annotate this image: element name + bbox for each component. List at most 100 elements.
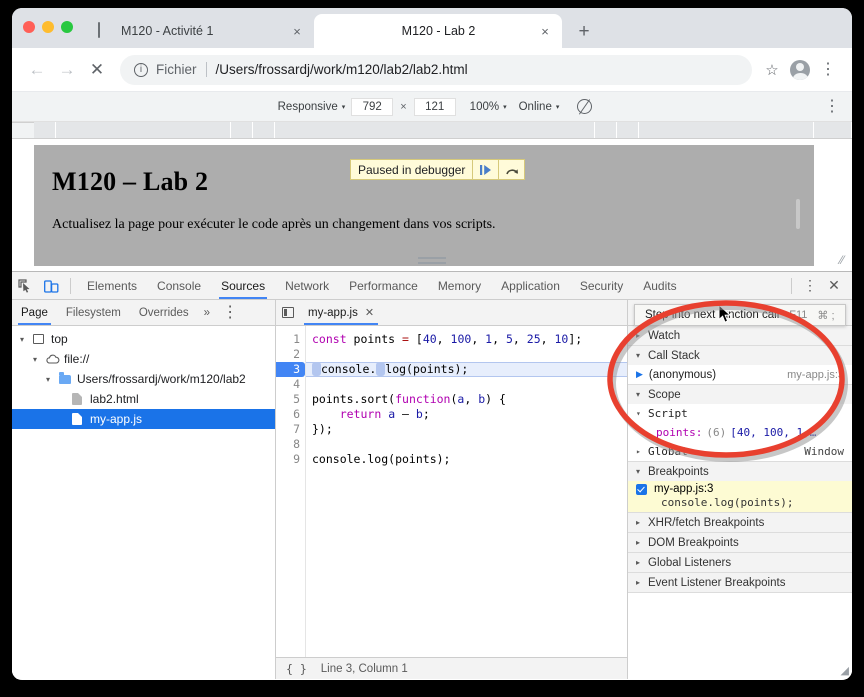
chevron-right-icon: ▸ [636,578,641,587]
navigator-menu-icon[interactable]: ⋮ [216,305,244,320]
twisty-icon[interactable]: ▾ [20,335,33,344]
tab-application[interactable]: Application [491,272,570,299]
navigator-subtab-filesystem[interactable]: Filesystem [57,300,130,325]
dom-breakpoints-header[interactable]: ▸ DOM Breakpoints [628,533,852,552]
scope-script-node[interactable]: ▾ Script [628,404,852,423]
tree-item-file-origin[interactable]: ▾ file:// [12,349,275,369]
tab-network[interactable]: Network [275,272,339,299]
throttle-icon[interactable] [577,99,593,114]
step-over-icon[interactable] [498,160,524,179]
scope-variable-points[interactable]: ▸ points: (6) [40, 100, 1,… [628,423,852,442]
profile-avatar[interactable] [786,56,814,84]
line-number-gutter[interactable]: 1 2 3 4 5 6 7 8 9 [276,326,306,657]
inspect-element-icon[interactable] [12,273,38,299]
viewport-resize-handle[interactable] [418,257,446,267]
device-viewport: M120 – Lab 2 Actualisez la page pour exé… [12,139,852,271]
code-line-6: return a – b; [339,407,430,421]
browser-menu-icon[interactable]: ⋮ [814,56,842,84]
devtools-tabbar-right: ⋮ ✕ [785,277,852,294]
window-controls [23,21,73,33]
close-tab-button[interactable]: × [536,22,554,40]
viewport-height-input[interactable]: 121 [413,97,456,116]
close-tab-button[interactable]: × [288,22,306,40]
back-icon[interactable]: ← [22,55,52,85]
new-tab-button[interactable]: + [570,17,598,45]
tree-item-my-app-js[interactable]: my-app.js [12,409,275,429]
close-window-button[interactable] [23,21,35,33]
cloud-icon [46,354,64,364]
navigator-subtab-page[interactable]: Page [12,300,57,325]
loading-dot-icon [326,23,342,39]
tree-item-top[interactable]: ▾ top [12,329,275,349]
close-devtools-icon[interactable]: ✕ [822,277,846,294]
tab-audits[interactable]: Audits [633,272,686,299]
code-view[interactable]: 1 2 3 4 5 6 7 8 9 const points = [40, 10… [276,326,627,657]
twisty-icon[interactable]: ▾ [46,375,59,384]
code-text-area[interactable]: const points = [40, 100, 1, 5, 25, 10]; … [306,326,627,657]
breakpoint-item[interactable]: my-app.js:3 console.log(points); [628,481,852,512]
event-listener-breakpoints-header[interactable]: ▸ Event Listener Breakpoints [628,573,852,592]
tab-performance[interactable]: Performance [339,272,428,299]
tree-item-folder[interactable]: ▾ Users/frossardj/work/m120/lab2 [12,369,275,389]
js-file-icon [72,413,90,425]
tree-item-lab2-html[interactable]: lab2.html [12,389,275,409]
call-stack-section-header[interactable]: ▾ Call Stack [628,346,852,365]
call-stack-frame[interactable]: ▶ (anonymous) my-app.js:3 [628,365,852,384]
watch-section-header[interactable]: ▸ Watch [628,326,852,345]
navigator-subtabs: Page Filesystem Overrides » ⋮ [12,300,275,326]
pretty-print-icon[interactable]: { } [286,662,307,676]
address-bar[interactable]: i Fichier /Users/frossardj/work/m120/lab… [120,54,752,85]
network-value: Online [518,100,552,113]
viewport-width-input[interactable]: 792 [351,97,394,116]
browser-tab-1[interactable]: M120 - Activité 1 × [84,14,314,48]
device-toolbar-menu-icon[interactable]: ⋮ [824,99,840,114]
chevron-down-icon: ▾ [636,467,641,476]
step-into-tooltip: Step into next function call F11 ⌘ ; [634,304,846,326]
maximize-window-button[interactable] [61,21,73,33]
tab-security[interactable]: Security [570,272,633,299]
collapse-navigator-icon[interactable] [276,307,300,318]
stop-loading-icon[interactable]: ✕ [82,55,112,85]
tooltip-shortcut-cmd: ⌘ ; [817,309,835,322]
tooltip-text: Step into next function call [645,309,780,321]
viewport-corner-resize-icon[interactable]: ⁄⁄ [840,253,844,267]
twisty-icon[interactable]: ▾ [33,355,46,364]
device-select[interactable]: Responsive ▾ [278,101,346,113]
navigator-more-tabs-icon[interactable]: » [198,307,216,319]
resume-script-icon[interactable] [472,160,498,179]
xhr-fetch-breakpoints-header[interactable]: ▸ XHR/fetch Breakpoints [628,513,852,532]
tab-console[interactable]: Console [147,272,211,299]
close-editor-tab-icon[interactable]: ✕ [365,300,374,326]
global-listeners-header[interactable]: ▸ Global Listeners [628,553,852,572]
editor-tab-my-app-js[interactable]: my-app.js ✕ [300,300,382,325]
line-number: 8 [293,437,300,451]
breakpoint-checkbox[interactable] [636,483,647,495]
current-frame-icon: ▶ [636,369,643,379]
scope-variable-name: points: [656,426,703,439]
devtools-menu-icon[interactable]: ⋮ [798,278,822,293]
breakpoints-section-header[interactable]: ▾ Breakpoints [628,462,852,481]
navigator-subtab-overrides[interactable]: Overrides [130,300,198,325]
scope-global-node[interactable]: ▸ Global Window [628,442,852,461]
tab-elements[interactable]: Elements [77,272,147,299]
bookmark-star-icon[interactable]: ☆ [758,56,786,84]
page-info-icon[interactable]: i [134,62,148,77]
browser-tab-2[interactable]: M120 - Lab 2 × [314,14,562,48]
network-throttle-select[interactable]: Online ▾ [519,101,560,113]
scope-script-label: Script [648,407,688,420]
scope-section-header[interactable]: ▾ Scope [628,385,852,404]
dom-breakpoints-section: ▸ DOM Breakpoints [628,533,852,553]
toggle-device-toolbar-icon[interactable] [38,273,64,299]
page-scrollbar[interactable] [796,199,800,229]
minimize-window-button[interactable] [42,21,54,33]
tab-memory[interactable]: Memory [428,272,491,299]
devtools-resize-handle[interactable]: ◢ [841,664,849,677]
tab-sources[interactable]: Sources [211,272,275,299]
divider [70,277,71,294]
tree-item-label: file:// [64,352,90,366]
zoom-select[interactable]: 100% ▾ [470,101,507,113]
forward-icon[interactable]: → [52,55,82,85]
chevron-right-icon: ▸ [636,331,641,340]
tab-strip: M120 - Activité 1 × M120 - Lab 2 × + [12,8,852,48]
